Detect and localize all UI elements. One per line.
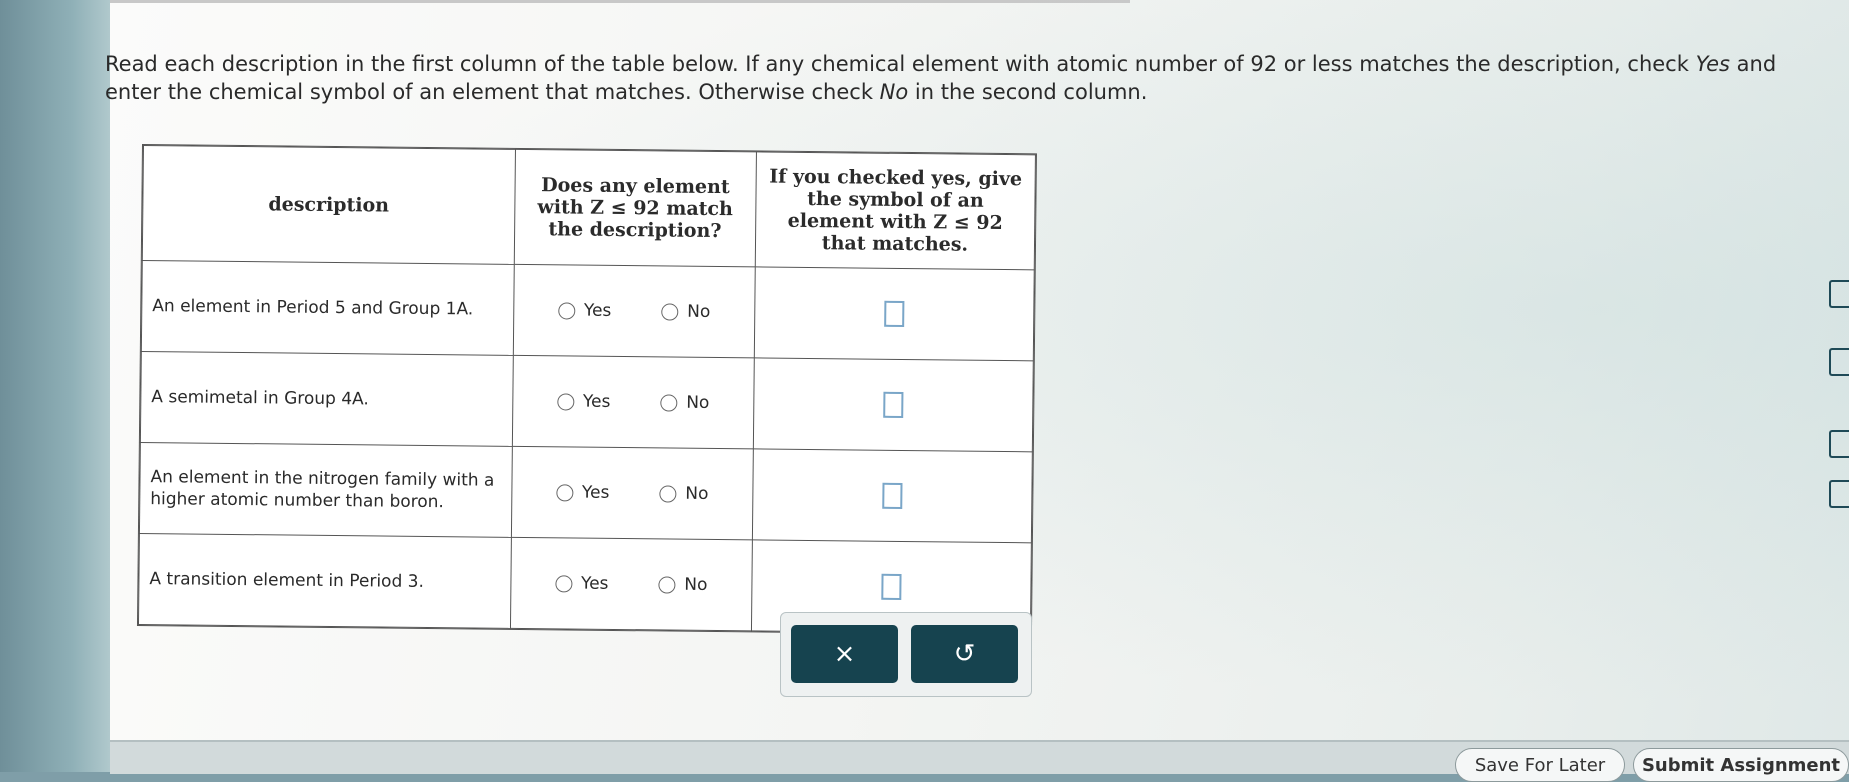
row-answer-cell	[752, 448, 1033, 543]
header-description: description	[142, 145, 516, 265]
table-row: An element in Period 5 and Group 1A. Yes…	[141, 260, 1035, 361]
radio-group: Yes No	[513, 481, 752, 505]
undo-icon: ↺	[953, 639, 976, 669]
clear-button[interactable]: ×	[791, 625, 898, 683]
instructions-text: Read each description in the first colum…	[105, 50, 1805, 106]
yes-label: Yes	[581, 482, 610, 503]
submit-assignment-button[interactable]: Submit Assignment	[1633, 748, 1849, 782]
no-radio[interactable]: No	[660, 391, 709, 414]
calculator-icon[interactable]	[1829, 430, 1849, 458]
table-row: An element in the nitrogen family with a…	[139, 442, 1033, 543]
no-radio[interactable]: No	[658, 573, 708, 596]
instructions-no-word: No	[879, 80, 909, 104]
table-row: A semimetal in Group 4A. Yes No	[140, 351, 1034, 452]
top-divider	[110, 0, 1130, 3]
undo-button[interactable]: ↺	[911, 625, 1018, 683]
radio-circle-icon[interactable]	[555, 483, 574, 502]
row-description: An element in Period 5 and Group 1A.	[141, 260, 514, 356]
row-description: An element in the nitrogen family with a…	[139, 442, 513, 538]
header-symbol: If you checked yes, give the symbol of a…	[755, 151, 1036, 270]
answer-tools: × ↺	[780, 612, 1032, 697]
row-description: A transition element in Period 3.	[138, 533, 512, 629]
row-answer-cell	[754, 266, 1035, 361]
radio-group: Yes No	[515, 299, 754, 323]
yes-radio[interactable]: Yes	[557, 299, 612, 322]
radio-circle-icon[interactable]	[554, 574, 573, 593]
radio-circle-icon[interactable]	[658, 575, 676, 594]
no-radio[interactable]: No	[661, 300, 710, 323]
no-label: No	[687, 301, 711, 322]
header-match: Does any element with Z ≤ 92 match the d…	[513, 149, 757, 267]
no-radio[interactable]: No	[659, 482, 709, 505]
yes-radio[interactable]: Yes	[554, 572, 609, 595]
row-answer-cell	[753, 357, 1034, 452]
header-row: description Does any element with Z ≤ 92…	[142, 145, 1036, 270]
symbol-answer-input[interactable]	[883, 391, 904, 418]
mail-icon[interactable]	[1829, 480, 1849, 508]
save-for-later-button[interactable]: Save For Later	[1455, 748, 1625, 782]
symbol-answer-input[interactable]	[882, 482, 903, 509]
row-choice-cell: Yes No	[512, 355, 755, 449]
yes-label: Yes	[580, 573, 609, 594]
row-choice-cell: Yes No	[510, 537, 753, 631]
instructions-yes-word: Yes	[1695, 52, 1730, 76]
radio-circle-icon[interactable]	[660, 393, 678, 412]
no-label: No	[685, 483, 709, 504]
radio-group: Yes No	[514, 390, 753, 414]
radio-circle-icon[interactable]	[661, 302, 679, 321]
symbol-answer-input[interactable]	[881, 573, 902, 600]
screen-bezel	[0, 0, 120, 772]
periodic-table-icon[interactable]	[1829, 348, 1849, 376]
yes-radio[interactable]: Yes	[556, 390, 611, 413]
instructions-part1: Read each description in the first colum…	[105, 52, 1696, 76]
no-label: No	[684, 574, 708, 595]
radio-circle-icon[interactable]	[557, 301, 575, 320]
side-edge-icon[interactable]	[1829, 280, 1849, 308]
radio-circle-icon[interactable]	[556, 392, 575, 411]
no-label: No	[686, 392, 710, 413]
instructions-part3: in the second column.	[908, 80, 1148, 104]
yes-label: Yes	[582, 391, 611, 412]
row-choice-cell: Yes No	[512, 264, 756, 358]
symbol-answer-input[interactable]	[884, 300, 905, 327]
yes-label: Yes	[583, 300, 612, 321]
yes-radio[interactable]: Yes	[555, 481, 610, 504]
question-table: description Does any element with Z ≤ 92…	[137, 145, 1036, 635]
radio-circle-icon[interactable]	[659, 484, 677, 503]
close-icon: ×	[833, 639, 856, 669]
row-description: A semimetal in Group 4A.	[140, 351, 513, 447]
row-choice-cell: Yes No	[511, 446, 754, 540]
radio-group: Yes No	[512, 572, 751, 596]
